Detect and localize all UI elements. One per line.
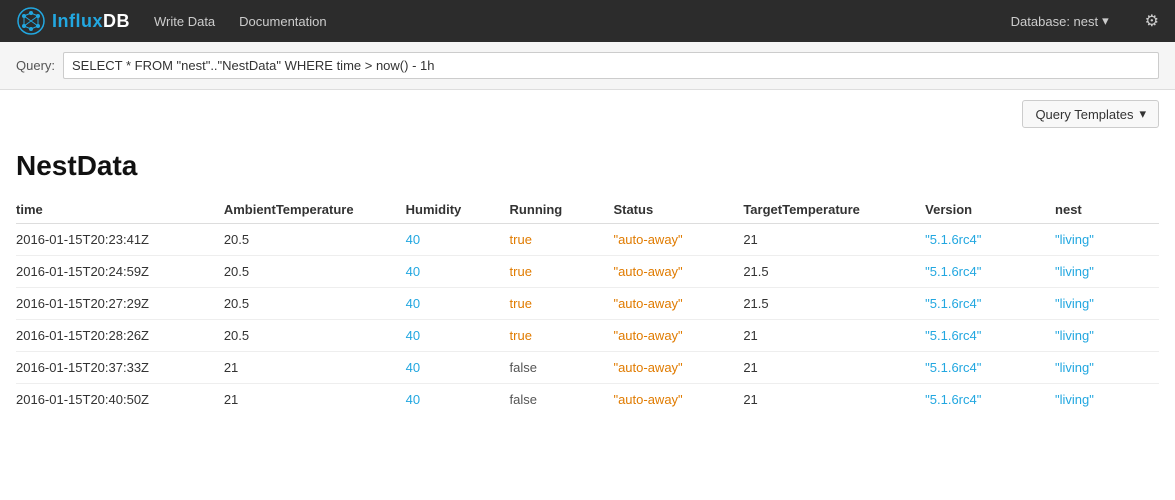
- cell-humidity: 40: [406, 288, 510, 320]
- cell-ambient: 20.5: [224, 320, 406, 352]
- database-selector[interactable]: Database: nest ▾: [1011, 13, 1109, 29]
- col-header-target: TargetTemperature: [743, 196, 925, 224]
- data-table: time AmbientTemperature Humidity Running…: [16, 196, 1159, 415]
- cell-running: false: [510, 352, 614, 384]
- logo-text: InfluxDB: [52, 11, 130, 32]
- cell-nest: "living": [1055, 384, 1159, 416]
- cell-version: "5.1.6rc4": [925, 256, 1055, 288]
- cell-time: 2016-01-15T20:40:50Z: [16, 384, 224, 416]
- result-title: NestData: [16, 150, 1159, 182]
- cell-status: "auto-away": [613, 288, 743, 320]
- cell-target: 21: [743, 320, 925, 352]
- cell-humidity: 40: [406, 320, 510, 352]
- cell-running: true: [510, 256, 614, 288]
- table-row: 2016-01-15T20:27:29Z 20.5 40 true "auto-…: [16, 288, 1159, 320]
- col-header-ambient: AmbientTemperature: [224, 196, 406, 224]
- main-content: NestData time AmbientTemperature Humidit…: [0, 134, 1175, 415]
- cell-time: 2016-01-15T20:23:41Z: [16, 224, 224, 256]
- logo-db: DB: [103, 11, 130, 31]
- cell-running: false: [510, 384, 614, 416]
- chevron-down-icon: ▾: [1102, 13, 1109, 29]
- col-header-nest: nest: [1055, 196, 1159, 224]
- cell-time: 2016-01-15T20:28:26Z: [16, 320, 224, 352]
- cell-version: "5.1.6rc4": [925, 288, 1055, 320]
- cell-status: "auto-away": [613, 224, 743, 256]
- table-header: time AmbientTemperature Humidity Running…: [16, 196, 1159, 224]
- cell-status: "auto-away": [613, 256, 743, 288]
- cell-nest: "living": [1055, 320, 1159, 352]
- cell-nest: "living": [1055, 288, 1159, 320]
- cell-ambient: 20.5: [224, 256, 406, 288]
- cell-status: "auto-away": [613, 352, 743, 384]
- cell-target: 21.5: [743, 288, 925, 320]
- query-templates-row: Query Templates ▾: [0, 90, 1175, 134]
- cell-ambient: 20.5: [224, 288, 406, 320]
- cell-target: 21.5: [743, 256, 925, 288]
- cell-time: 2016-01-15T20:37:33Z: [16, 352, 224, 384]
- query-templates-label: Query Templates: [1035, 107, 1133, 122]
- cell-status: "auto-away": [613, 320, 743, 352]
- cell-nest: "living": [1055, 224, 1159, 256]
- cell-humidity: 40: [406, 384, 510, 416]
- navbar: InfluxDB Write Data Documentation Databa…: [0, 0, 1175, 42]
- influxdb-logo[interactable]: InfluxDB: [16, 6, 130, 36]
- cell-humidity: 40: [406, 352, 510, 384]
- query-templates-button[interactable]: Query Templates ▾: [1022, 100, 1159, 128]
- cell-ambient: 21: [224, 384, 406, 416]
- query-label: Query:: [16, 58, 55, 73]
- cell-nest: "living": [1055, 256, 1159, 288]
- cell-running: true: [510, 288, 614, 320]
- cell-target: 21: [743, 352, 925, 384]
- cell-target: 21: [743, 224, 925, 256]
- cell-humidity: 40: [406, 256, 510, 288]
- col-header-status: Status: [613, 196, 743, 224]
- gear-icon[interactable]: ⚙: [1145, 11, 1159, 31]
- brand: InfluxDB: [16, 6, 130, 36]
- query-bar: Query:: [0, 42, 1175, 90]
- table-row: 2016-01-15T20:23:41Z 20.5 40 true "auto-…: [16, 224, 1159, 256]
- cell-ambient: 20.5: [224, 224, 406, 256]
- table-row: 2016-01-15T20:28:26Z 20.5 40 true "auto-…: [16, 320, 1159, 352]
- col-header-humidity: Humidity: [406, 196, 510, 224]
- query-templates-chevron: ▾: [1139, 106, 1146, 122]
- cell-status: "auto-away": [613, 384, 743, 416]
- cell-humidity: 40: [406, 224, 510, 256]
- cell-time: 2016-01-15T20:24:59Z: [16, 256, 224, 288]
- cell-ambient: 21: [224, 352, 406, 384]
- cell-target: 21: [743, 384, 925, 416]
- col-header-time: time: [16, 196, 224, 224]
- cell-version: "5.1.6rc4": [925, 224, 1055, 256]
- cell-time: 2016-01-15T20:27:29Z: [16, 288, 224, 320]
- table-body: 2016-01-15T20:23:41Z 20.5 40 true "auto-…: [16, 224, 1159, 416]
- cell-version: "5.1.6rc4": [925, 384, 1055, 416]
- cell-version: "5.1.6rc4": [925, 320, 1055, 352]
- logo-icon: [16, 6, 46, 36]
- database-selector-label: Database: nest: [1011, 14, 1098, 29]
- nav-write-data[interactable]: Write Data: [154, 14, 215, 29]
- cell-running: true: [510, 224, 614, 256]
- query-input[interactable]: [63, 52, 1159, 79]
- table-row: 2016-01-15T20:40:50Z 21 40 false "auto-a…: [16, 384, 1159, 416]
- table-header-row: time AmbientTemperature Humidity Running…: [16, 196, 1159, 224]
- cell-version: "5.1.6rc4": [925, 352, 1055, 384]
- nav-documentation[interactable]: Documentation: [239, 14, 326, 29]
- col-header-version: Version: [925, 196, 1055, 224]
- cell-running: true: [510, 320, 614, 352]
- logo-influx: Influx: [52, 11, 103, 31]
- cell-nest: "living": [1055, 352, 1159, 384]
- col-header-running: Running: [510, 196, 614, 224]
- table-row: 2016-01-15T20:24:59Z 20.5 40 true "auto-…: [16, 256, 1159, 288]
- table-row: 2016-01-15T20:37:33Z 21 40 false "auto-a…: [16, 352, 1159, 384]
